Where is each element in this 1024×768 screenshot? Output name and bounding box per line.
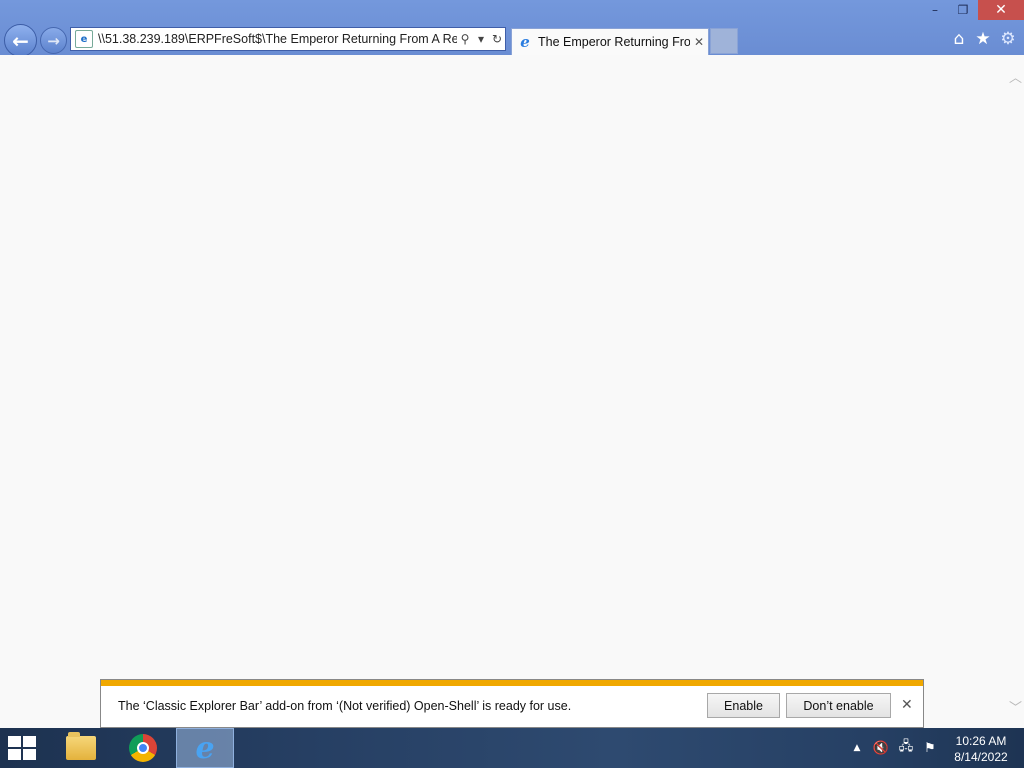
taskbar: e ▲ 🔇 🖧 ⚑ 10:26 AM 8/14/2022 — [0, 728, 1024, 768]
scroll-up-icon[interactable]: ︿ — [1009, 67, 1022, 86]
clock-date: 8/14/2022 — [954, 750, 1008, 764]
tab-close-icon[interactable]: ✕ — [690, 35, 708, 49]
gear-icon[interactable]: ⚙ — [997, 28, 1019, 50]
windows-logo-icon — [8, 736, 21, 747]
forward-arrow-icon: → — [47, 31, 60, 50]
forward-button[interactable]: → — [40, 27, 67, 54]
show-hidden-icons-icon[interactable]: ▲ — [850, 728, 864, 768]
close-icon[interactable]: ✕ — [901, 697, 913, 713]
network-icon[interactable]: 🖧 — [897, 728, 915, 768]
ie-tab-icon: e — [520, 33, 530, 51]
close-window-button[interactable]: ✕ — [978, 0, 1024, 20]
clock-time: 10:26 AM — [955, 734, 1007, 748]
enable-button[interactable]: Enable — [707, 693, 780, 718]
address-bar[interactable]: e \\51.38.239.189\ERPFreSoft$\The Empero… — [70, 27, 506, 51]
chevron-down-icon[interactable]: ▾ — [473, 32, 489, 46]
chrome-icon — [129, 734, 157, 762]
favorites-star-icon[interactable]: ★ — [972, 28, 994, 50]
windows-logo-pane — [23, 749, 36, 760]
browser-chrome: – ❐ ✕ ← → e \\51.38.239.189\ERPFreSoft$\… — [0, 0, 1024, 57]
volume-muted-icon[interactable]: 🔇 — [872, 728, 890, 768]
scroll-down-icon[interactable]: ﹀ — [1009, 697, 1022, 716]
windows-logo-pane — [8, 749, 21, 760]
restore-icon: ❐ — [957, 3, 969, 17]
address-url[interactable]: \\51.38.239.189\ERPFreSoft$\The Emperor … — [98, 32, 457, 46]
taskbar-google-chrome[interactable] — [114, 728, 172, 768]
minimize-icon: – — [932, 3, 938, 17]
tab-active[interactable]: e The Emperor Returning Fro... ✕ — [511, 28, 709, 55]
page-content — [0, 55, 1024, 728]
refresh-icon[interactable]: ↻ — [489, 32, 505, 46]
start-button[interactable] — [8, 736, 38, 762]
page-icon: e — [75, 30, 93, 48]
restore-button[interactable]: ❐ — [950, 0, 976, 20]
taskbar-file-explorer[interactable] — [52, 728, 110, 768]
tab-title: The Emperor Returning Fro... — [538, 35, 690, 49]
back-button[interactable]: ← — [4, 24, 37, 57]
folder-icon — [66, 732, 96, 760]
new-tab-button[interactable] — [710, 28, 738, 54]
notification-message: The ‘Classic Explorer Bar’ add-on from ‘… — [118, 699, 572, 713]
system-clock[interactable]: 10:26 AM 8/14/2022 — [948, 733, 1014, 765]
windows-logo-pane — [23, 736, 36, 747]
search-icon[interactable]: ⚲ — [457, 32, 473, 46]
notification-bar: The ‘Classic Explorer Bar’ add-on from ‘… — [100, 679, 924, 728]
dont-enable-button[interactable]: Don’t enable — [786, 693, 891, 718]
internet-explorer-icon: e — [195, 730, 215, 766]
minimize-button[interactable]: – — [920, 0, 950, 20]
close-icon: ✕ — [995, 2, 1007, 18]
taskbar-internet-explorer[interactable]: e — [176, 728, 234, 768]
home-icon[interactable]: ⌂ — [948, 28, 970, 50]
notification-accent-bar — [101, 680, 923, 686]
back-arrow-icon: ← — [12, 28, 29, 53]
action-center-flag-icon[interactable]: ⚑ — [921, 728, 939, 768]
